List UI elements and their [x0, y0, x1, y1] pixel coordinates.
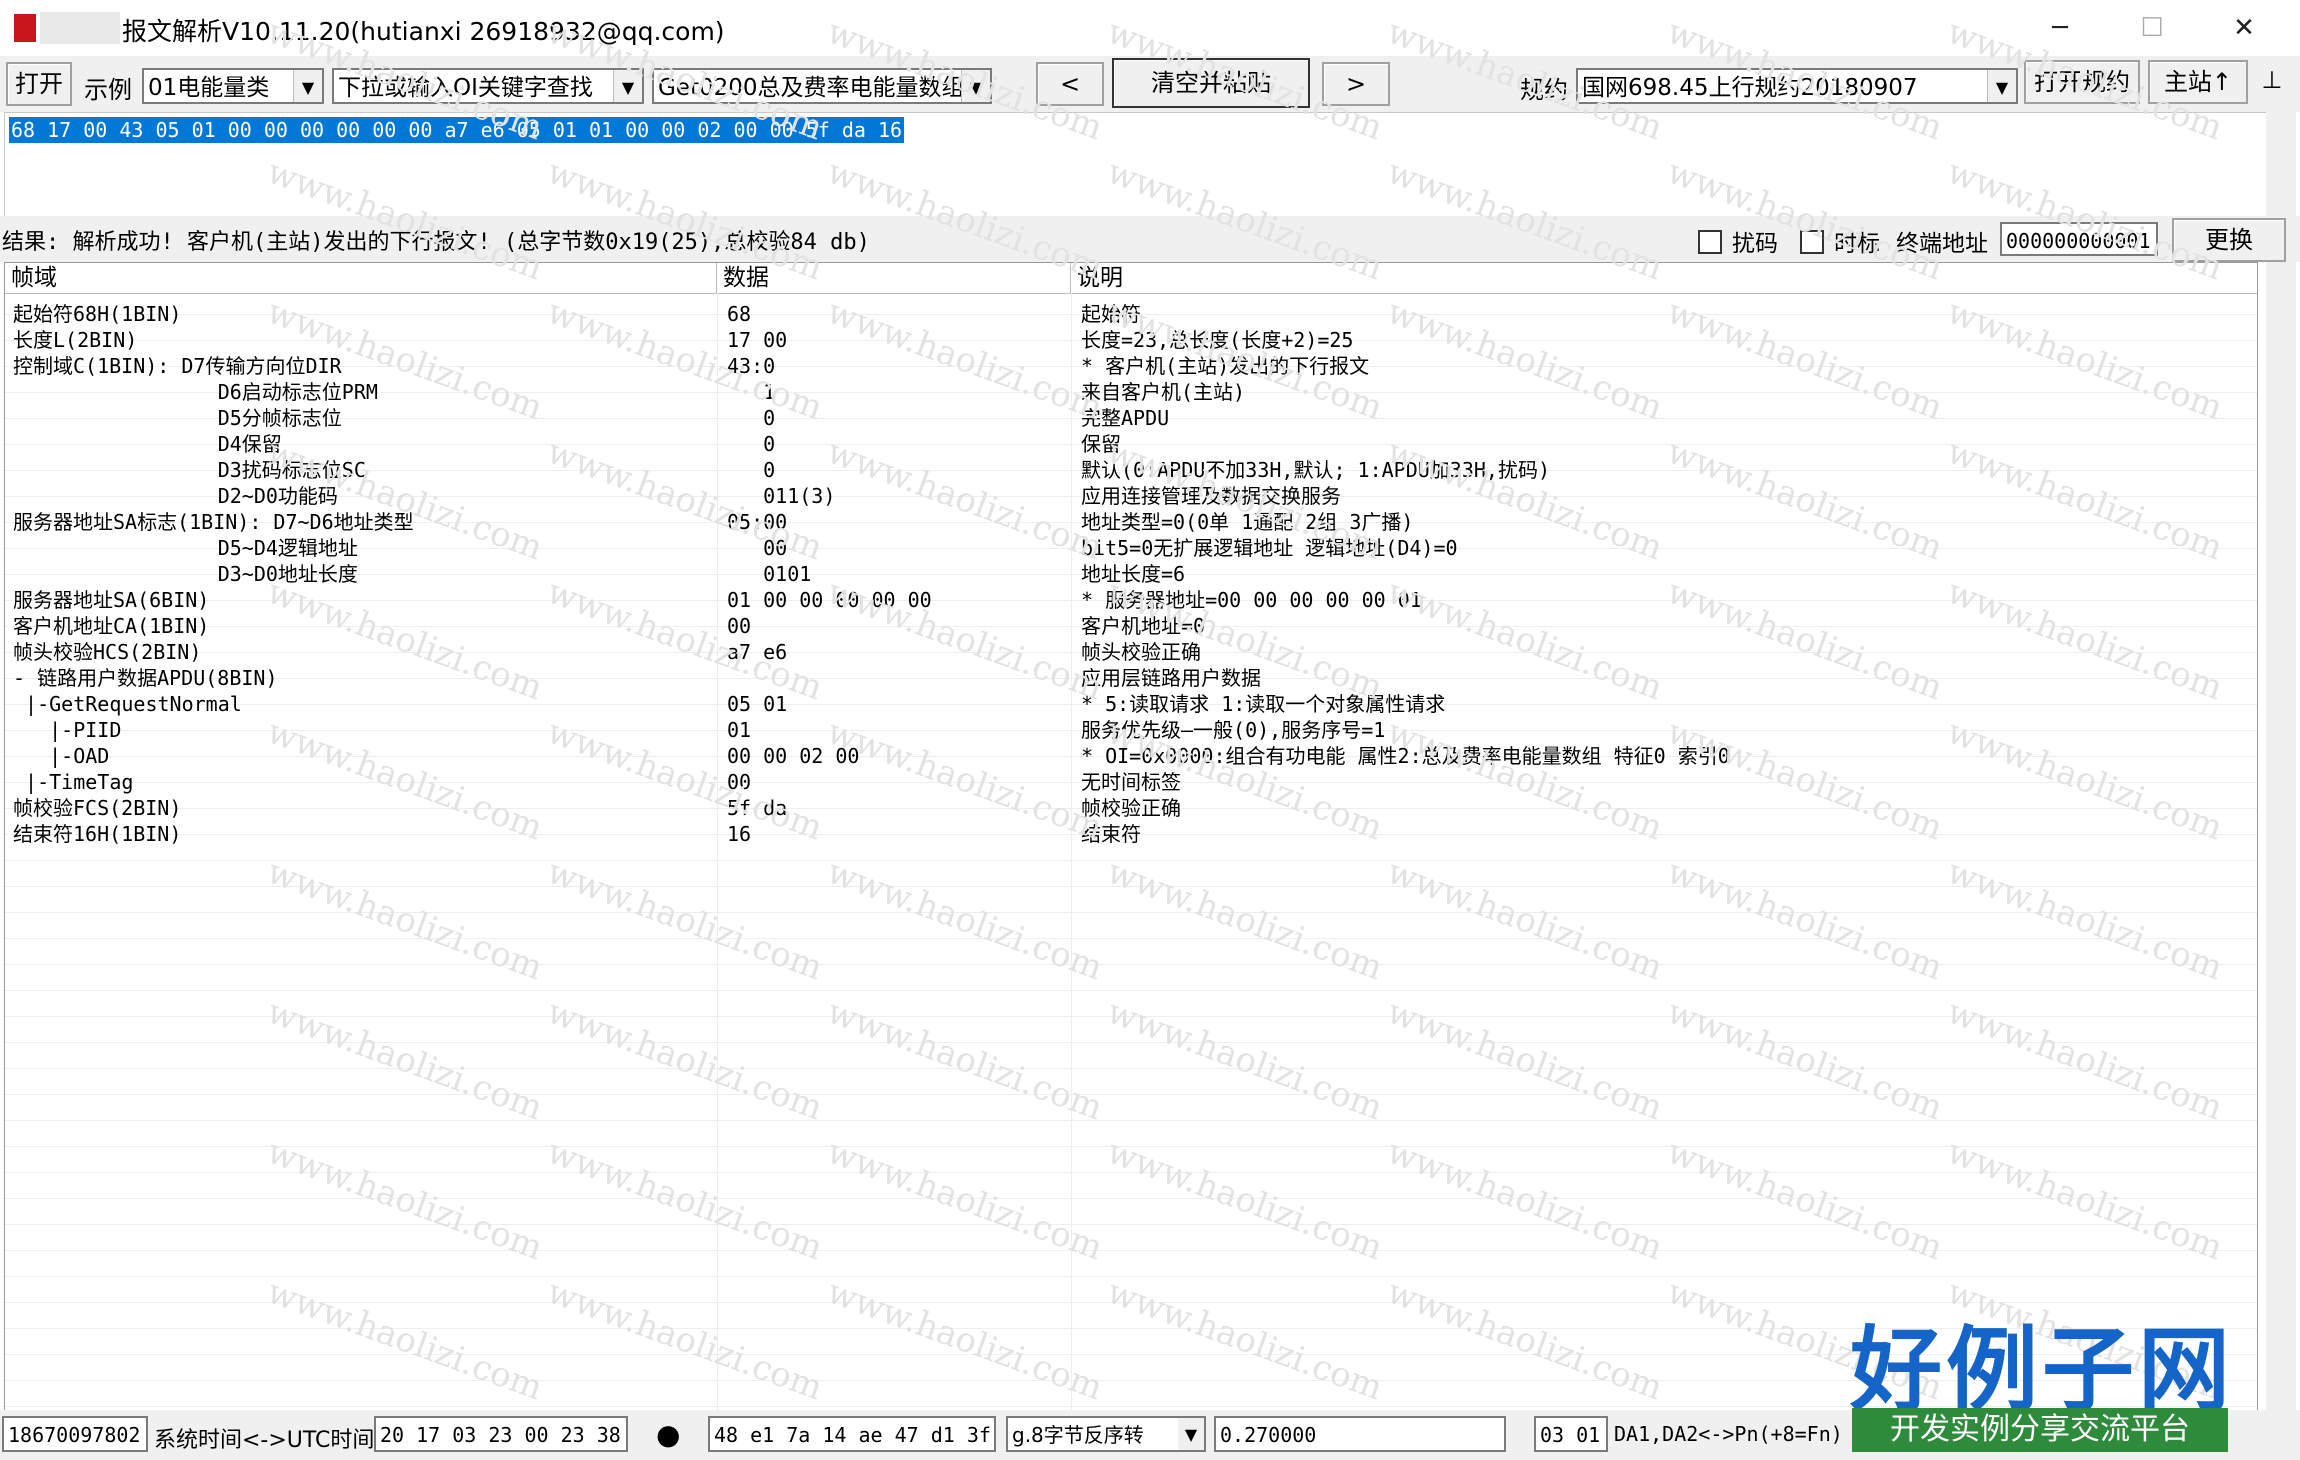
time-value-field[interactable]: 20 17 03 23 00 23 38 — [374, 1416, 628, 1452]
cell-field: D5~D4逻辑地址 — [13, 536, 358, 560]
cell-field: 帧校验FCS(2BIN) — [13, 796, 182, 820]
bytes-field[interactable]: 48 e1 7a 14 ae 47 d1 3f — [708, 1416, 996, 1452]
example-label: 示例 — [84, 76, 132, 104]
cell-field: |-PIID — [13, 718, 122, 742]
conversion-mode-select[interactable]: g.8字节反序转 ▼ — [1006, 1416, 1206, 1452]
cell-desc: * 5:读取请求 1:读取一个对象属性请求 — [1081, 692, 1446, 716]
da-conversion-label: DA1,DA2<->Pn(+8=Fn) — [1614, 1422, 1843, 1446]
cell-field: 帧头校验HCS(2BIN) — [13, 640, 202, 664]
maximize-icon[interactable]: ☐ — [2122, 10, 2182, 46]
app-icon-blur — [40, 12, 120, 44]
da-value-field[interactable]: 03 01 — [1534, 1416, 1608, 1452]
cell-field: 服务器地址SA(6BIN) — [13, 588, 210, 612]
grid-scrollbar[interactable] — [2266, 262, 2296, 1410]
scramble-checkbox[interactable] — [1698, 230, 1722, 254]
cell-field: |-GetRequestNormal — [13, 692, 242, 716]
result-bar: 结果: 解析成功! 客户机(主站)发出的下行报文! (总字节数0x19(25),… — [0, 216, 2300, 262]
pin-button[interactable]: ⊥ — [2252, 60, 2292, 100]
brand-tagline: 开发实例分享交流平台 — [1852, 1408, 2228, 1452]
cell-data: 16 — [727, 822, 752, 846]
app-icon — [14, 14, 36, 42]
cell-field: - 链路用户数据APDU(8BIN) — [13, 666, 278, 690]
chevron-down-icon: ▼ — [1178, 1418, 1204, 1450]
open-button[interactable]: 打开 — [6, 62, 72, 106]
chevron-down-icon: ▼ — [293, 70, 322, 102]
cell-field: D2~D0功能码 — [13, 484, 338, 508]
cell-field: 起始符68H(1BIN) — [13, 302, 182, 326]
cell-data: 68 — [727, 302, 752, 326]
cell-field: |-TimeTag — [13, 770, 134, 794]
time-conversion-label: 系统时间<->UTC时间 — [154, 1428, 375, 1453]
convert-dot-icon[interactable]: ● — [656, 1418, 680, 1451]
cell-field: |-OAD — [13, 744, 110, 768]
column-header-desc[interactable]: 说明 — [1071, 263, 2257, 293]
cell-field: 控制域C(1BIN): D7传输方向位DIR — [13, 354, 342, 378]
cell-field: 长度L(2BIN) — [13, 328, 138, 352]
cell-desc: 应用层链路用户数据 — [1081, 666, 1261, 690]
cell-field: 服务器地址SA标志(1BIN): D7~D6地址类型 — [13, 510, 414, 534]
cell-data: 17 00 — [727, 328, 788, 352]
cell-data: 0 — [727, 458, 776, 482]
example-select-value: 01电能量类 — [148, 75, 270, 101]
column-header-field[interactable]: 帧域 — [5, 263, 717, 293]
close-icon[interactable]: ✕ — [2214, 10, 2274, 46]
cell-field: 客户机地址CA(1BIN) — [13, 614, 210, 638]
example-select[interactable]: 01电能量类 ▼ — [142, 68, 324, 104]
cell-data: 01 — [727, 718, 752, 742]
float-value-field[interactable]: 0.270000 — [1214, 1416, 1506, 1452]
cell-field: 结束符16H(1BIN) — [13, 822, 182, 846]
cell-field: D6启动标志位PRM — [13, 380, 378, 404]
cell-desc: 帧头校验正确 — [1081, 640, 1201, 664]
minimize-icon[interactable]: ─ — [2030, 10, 2090, 46]
conversion-mode-value: g.8字节反序转 — [1012, 1423, 1144, 1447]
phone-field[interactable]: 18670097802 — [2, 1416, 148, 1452]
cell-field: D4保留 — [13, 432, 282, 456]
cell-data: 0101 — [727, 562, 812, 586]
hex-scrollbar[interactable] — [2266, 112, 2296, 216]
cell-desc: bit5=0无扩展逻辑地址 逻辑地址(D4)=0 — [1081, 536, 1458, 560]
cell-data: 0 — [727, 432, 776, 456]
cell-field: D5分帧标志位 — [13, 406, 342, 430]
